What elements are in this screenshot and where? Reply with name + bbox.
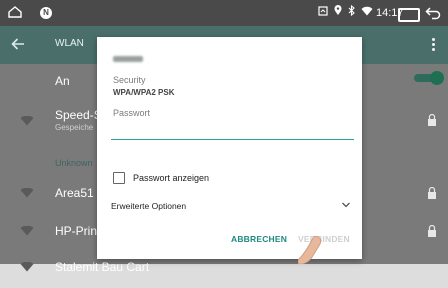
wifi-password-dialog: Security WPA/WPA2 PSK Passwort Passwort … bbox=[97, 37, 362, 259]
recent-apps-icon[interactable] bbox=[398, 8, 420, 22]
toggle-label: An bbox=[55, 74, 70, 88]
location-icon bbox=[334, 5, 342, 15]
wifi-signal-icon bbox=[20, 226, 34, 236]
show-password-row[interactable]: Passwort anzeigen bbox=[113, 172, 209, 184]
security-value: WPA/WPA2 PSK bbox=[113, 88, 175, 97]
advanced-options-label: Erweiterte Optionen bbox=[111, 201, 187, 211]
password-label: Passwort bbox=[113, 108, 151, 118]
lock-icon bbox=[428, 187, 436, 199]
lock-icon bbox=[428, 225, 436, 237]
status-bar: N 14:17 bbox=[0, 0, 448, 26]
section-header: Unknown bbox=[55, 158, 93, 168]
wifi-toggle[interactable] bbox=[414, 71, 444, 85]
blurred-network-name bbox=[113, 56, 143, 62]
wifi-icon bbox=[361, 6, 373, 15]
status-icons bbox=[318, 5, 373, 16]
advanced-options-dropdown[interactable]: Erweiterte Optionen bbox=[111, 199, 351, 213]
password-input[interactable] bbox=[111, 123, 354, 140]
security-label: Security bbox=[113, 75, 146, 85]
page-title: WLAN bbox=[55, 38, 84, 49]
finger-pointer-icon bbox=[298, 236, 322, 264]
home-icon[interactable] bbox=[8, 6, 22, 18]
bluetooth-icon bbox=[348, 5, 355, 16]
overflow-menu-icon[interactable] bbox=[432, 38, 436, 52]
notification-badge: N bbox=[40, 7, 52, 19]
chevron-down-icon bbox=[342, 202, 350, 208]
network-name: Stalemit Bau Cart bbox=[55, 260, 150, 274]
wifi-signal-icon bbox=[20, 188, 34, 198]
network-status: Gespeiche bbox=[55, 123, 94, 132]
wifi-signal-icon bbox=[20, 116, 34, 126]
back-arrow-icon[interactable] bbox=[425, 6, 441, 20]
nav-back-icon[interactable] bbox=[10, 36, 26, 52]
screenshot-icon bbox=[318, 5, 328, 16]
lock-icon bbox=[428, 114, 436, 126]
cancel-button[interactable]: ABBRECHEN bbox=[231, 234, 287, 244]
show-password-label: Passwort anzeigen bbox=[133, 173, 210, 183]
show-password-checkbox[interactable] bbox=[113, 172, 125, 184]
network-name: Area51 bbox=[55, 186, 94, 200]
